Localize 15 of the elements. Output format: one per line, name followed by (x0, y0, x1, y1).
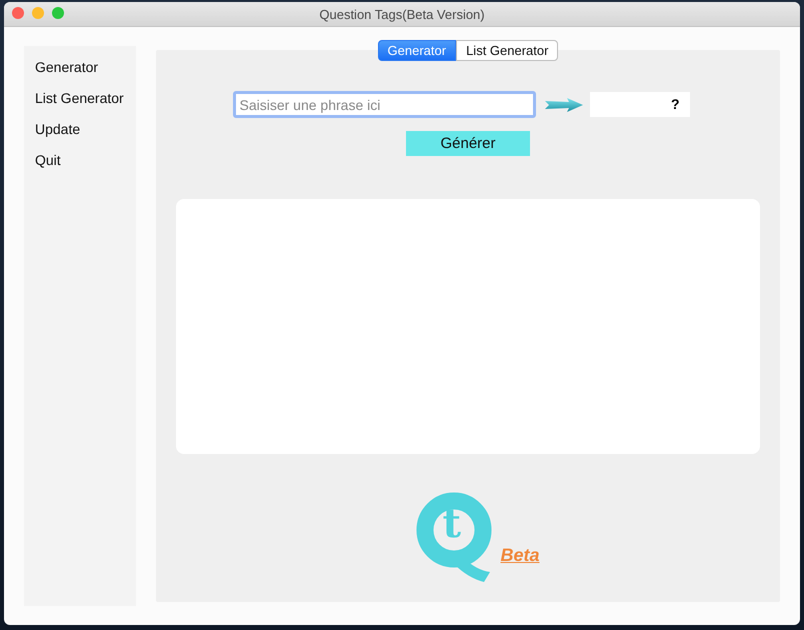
zoom-button[interactable] (52, 7, 64, 19)
tab[interactable]: Generator (378, 40, 456, 61)
arrow-icon (544, 96, 582, 112)
sidebar-item[interactable]: Update (24, 118, 136, 149)
tab[interactable]: List Generator (456, 40, 558, 61)
input-field[interactable]: Saisiser une phrase ici (232, 91, 536, 118)
minimize-button[interactable] (32, 7, 44, 19)
logo-letter: t (442, 500, 461, 547)
sidebar-item[interactable]: List Generator (24, 87, 136, 118)
generate-button[interactable]: Générer (406, 131, 530, 156)
window-title: Question Tags(Beta Version) (319, 6, 485, 22)
result-field: ? (590, 92, 690, 117)
sidebar-item[interactable]: Quit (24, 149, 136, 180)
sidebar-item[interactable]: Generator (24, 56, 136, 87)
close-button[interactable] (12, 7, 24, 19)
